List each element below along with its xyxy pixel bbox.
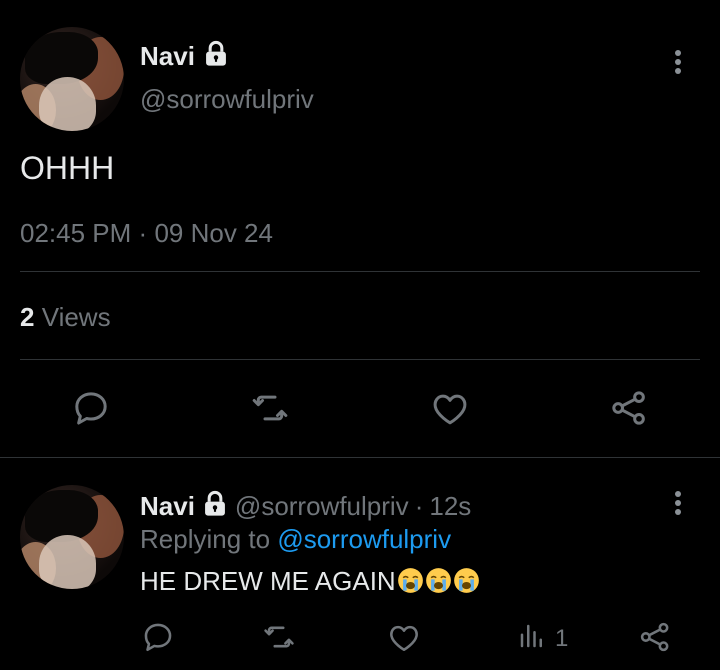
views-count: 2 (20, 302, 35, 332)
views-stat[interactable]: 1 (517, 621, 568, 656)
heart-icon[interactable] (387, 621, 421, 655)
replying-to-handle[interactable]: @sorrowfulpriv (277, 524, 451, 554)
emoji-loudly-crying-face-3 (453, 567, 480, 594)
divider (20, 271, 700, 272)
reply-text-row: HE DREW ME AGAIN (140, 566, 480, 597)
replying-to-label: Replying to (140, 524, 271, 554)
divider (0, 457, 720, 458)
author-name: Navi (140, 40, 195, 71)
views-icon (517, 621, 547, 656)
lock-icon (201, 490, 229, 523)
author-name-row[interactable]: Navi (140, 40, 230, 72)
divider (20, 359, 700, 360)
retweet-icon[interactable] (250, 388, 290, 428)
tweet-timestamp: 02:45 PM · 09 Nov 24 (20, 218, 273, 249)
retweet-icon[interactable] (262, 620, 296, 654)
views-stat[interactable]: 2 Views (20, 302, 111, 333)
reply-author-name[interactable]: Navi (140, 491, 195, 522)
more-options-icon[interactable] (663, 485, 693, 521)
share-icon[interactable] (638, 620, 672, 654)
tweet-text: OHHH (20, 150, 115, 186)
share-icon[interactable] (609, 388, 649, 428)
reply-author-handle[interactable]: @sorrowfulpriv (235, 491, 409, 522)
views-label: Views (41, 302, 111, 332)
replying-to: Replying to @sorrowfulpriv (140, 524, 451, 555)
tweet-date-separator: · (138, 218, 148, 248)
lock-icon (202, 40, 230, 73)
reply-icon[interactable] (71, 388, 111, 428)
heart-icon[interactable] (430, 389, 470, 429)
emoji-loudly-crying-face-2 (425, 567, 452, 594)
reply-header: Navi @sorrowfulpriv · 12s (140, 490, 471, 522)
tweet-date: 09 Nov 24 (154, 218, 273, 248)
more-options-icon[interactable] (663, 44, 693, 80)
reply-age: 12s (429, 490, 472, 521)
author-avatar[interactable] (20, 27, 124, 131)
author-handle[interactable]: @sorrowfulpriv (140, 84, 314, 115)
emoji-loudly-crying-face-1 (397, 567, 424, 594)
reply-icon[interactable] (141, 620, 175, 654)
reply-views-count: 1 (555, 624, 569, 652)
reply-separator: · (414, 490, 424, 521)
reply-text: HE DREW ME AGAIN (140, 566, 396, 596)
reply-author-avatar[interactable] (20, 485, 124, 589)
tweet-time: 02:45 PM (20, 218, 132, 248)
